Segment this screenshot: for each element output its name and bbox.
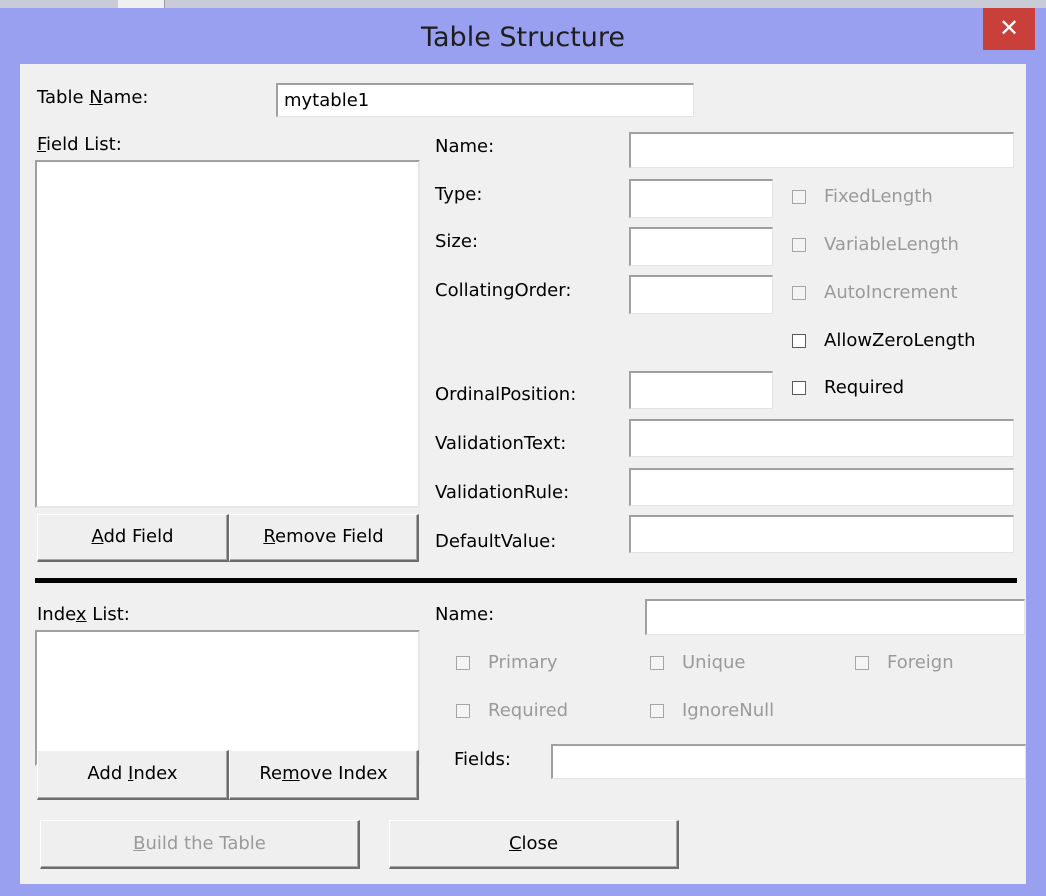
background-nub bbox=[118, 0, 165, 8]
index-required-box bbox=[456, 704, 470, 718]
remove-index-key: m bbox=[282, 763, 300, 784]
field-type-label: Type: bbox=[435, 184, 483, 205]
field-list-label: Field List: bbox=[37, 134, 122, 155]
collating-order-label: CollatingOrder: bbox=[435, 280, 572, 301]
add-field-key: A bbox=[91, 526, 104, 547]
validation-text-label: ValidationText: bbox=[435, 433, 567, 454]
close-button[interactable]: Close bbox=[389, 820, 679, 869]
index-name-input[interactable] bbox=[645, 599, 1025, 635]
field-list-label-post: ield List: bbox=[46, 134, 122, 155]
validation-rule-input[interactable] bbox=[629, 468, 1014, 506]
primary-label: Primary bbox=[488, 652, 558, 673]
add-index-post: ndex bbox=[133, 763, 178, 784]
index-list-box[interactable] bbox=[35, 630, 420, 766]
index-fields-label: Fields: bbox=[454, 749, 511, 770]
allow-zero-length-label: AllowZeroLength bbox=[824, 330, 976, 351]
foreign-label: Foreign bbox=[887, 652, 954, 673]
field-required-label: Required bbox=[824, 377, 905, 398]
table-name-input[interactable] bbox=[276, 83, 694, 117]
index-list-label: Index List: bbox=[37, 604, 130, 625]
index-required-label: Required bbox=[488, 700, 569, 721]
close-button-post: lose bbox=[521, 833, 559, 854]
index-list-label-key: x bbox=[75, 604, 87, 625]
table-name-label: Table Name: bbox=[37, 87, 148, 108]
fixed-length-label: FixedLength bbox=[824, 186, 933, 207]
unique-label: Unique bbox=[682, 652, 746, 673]
build-table-post: uild the Table bbox=[145, 833, 266, 854]
section-divider bbox=[35, 578, 1017, 583]
close-icon[interactable]: ✕ bbox=[983, 8, 1035, 50]
allow-zero-length-box bbox=[792, 334, 806, 348]
table-structure-window: Table Structure ✕ Table Name: Field List… bbox=[0, 0, 1046, 896]
index-name-label: Name: bbox=[435, 604, 495, 625]
variable-length-box bbox=[792, 238, 806, 252]
field-list-box[interactable] bbox=[35, 160, 420, 508]
table-name-label-key: N bbox=[89, 87, 103, 108]
table-name-label-pre: Table bbox=[37, 87, 90, 108]
field-required-box bbox=[792, 381, 806, 395]
add-index-pre: Add bbox=[87, 763, 128, 784]
variable-length-label: VariableLength bbox=[824, 234, 959, 255]
add-field-post: dd Field bbox=[103, 526, 174, 547]
add-index-button[interactable]: Add Index bbox=[37, 750, 229, 800]
field-list-label-key: F bbox=[37, 134, 47, 155]
unique-box bbox=[650, 656, 664, 670]
index-list-label-post: List: bbox=[86, 604, 130, 625]
title-bar[interactable]: Table Structure ✕ bbox=[0, 8, 1046, 64]
fixed-length-box bbox=[792, 190, 806, 204]
field-type-input[interactable] bbox=[629, 179, 773, 218]
field-size-input[interactable] bbox=[629, 227, 773, 266]
remove-field-key: R bbox=[263, 526, 276, 547]
field-name-input[interactable] bbox=[629, 132, 1014, 168]
dialog-client: Table Name: Field List: Add Field Remove… bbox=[20, 64, 1026, 884]
field-name-label: Name: bbox=[435, 136, 495, 157]
default-value-label: DefaultValue: bbox=[435, 531, 557, 552]
close-button-key: C bbox=[508, 833, 522, 854]
remove-field-button[interactable]: Remove Field bbox=[229, 514, 419, 562]
auto-increment-box bbox=[792, 286, 806, 300]
ignore-null-box bbox=[650, 704, 664, 718]
remove-field-post: emove Field bbox=[275, 526, 384, 547]
build-table-key: B bbox=[133, 833, 146, 854]
index-fields-input[interactable] bbox=[551, 744, 1026, 779]
index-list-label-pre: Inde bbox=[37, 604, 76, 625]
ordinal-position-input[interactable] bbox=[629, 371, 773, 409]
background-strip bbox=[0, 0, 1046, 8]
default-value-input[interactable] bbox=[629, 515, 1014, 553]
primary-box bbox=[456, 656, 470, 670]
window-title: Table Structure bbox=[420, 22, 625, 53]
validation-rule-label: ValidationRule: bbox=[435, 482, 570, 503]
foreign-box bbox=[855, 656, 869, 670]
validation-text-input[interactable] bbox=[629, 419, 1014, 457]
auto-increment-label: AutoIncrement bbox=[824, 282, 958, 303]
add-field-button[interactable]: Add Field bbox=[37, 514, 229, 562]
ordinal-position-label: OrdinalPosition: bbox=[435, 384, 577, 405]
remove-index-post: ove Index bbox=[299, 763, 388, 784]
field-size-label: Size: bbox=[435, 231, 479, 252]
remove-index-pre: Re bbox=[259, 763, 283, 784]
remove-index-button[interactable]: Remove Index bbox=[229, 750, 419, 800]
build-table-button[interactable]: Build the Table bbox=[40, 820, 360, 869]
ignore-null-label: IgnoreNull bbox=[682, 700, 775, 721]
table-name-label-post: ame: bbox=[102, 87, 149, 108]
collating-order-input[interactable] bbox=[629, 275, 773, 314]
